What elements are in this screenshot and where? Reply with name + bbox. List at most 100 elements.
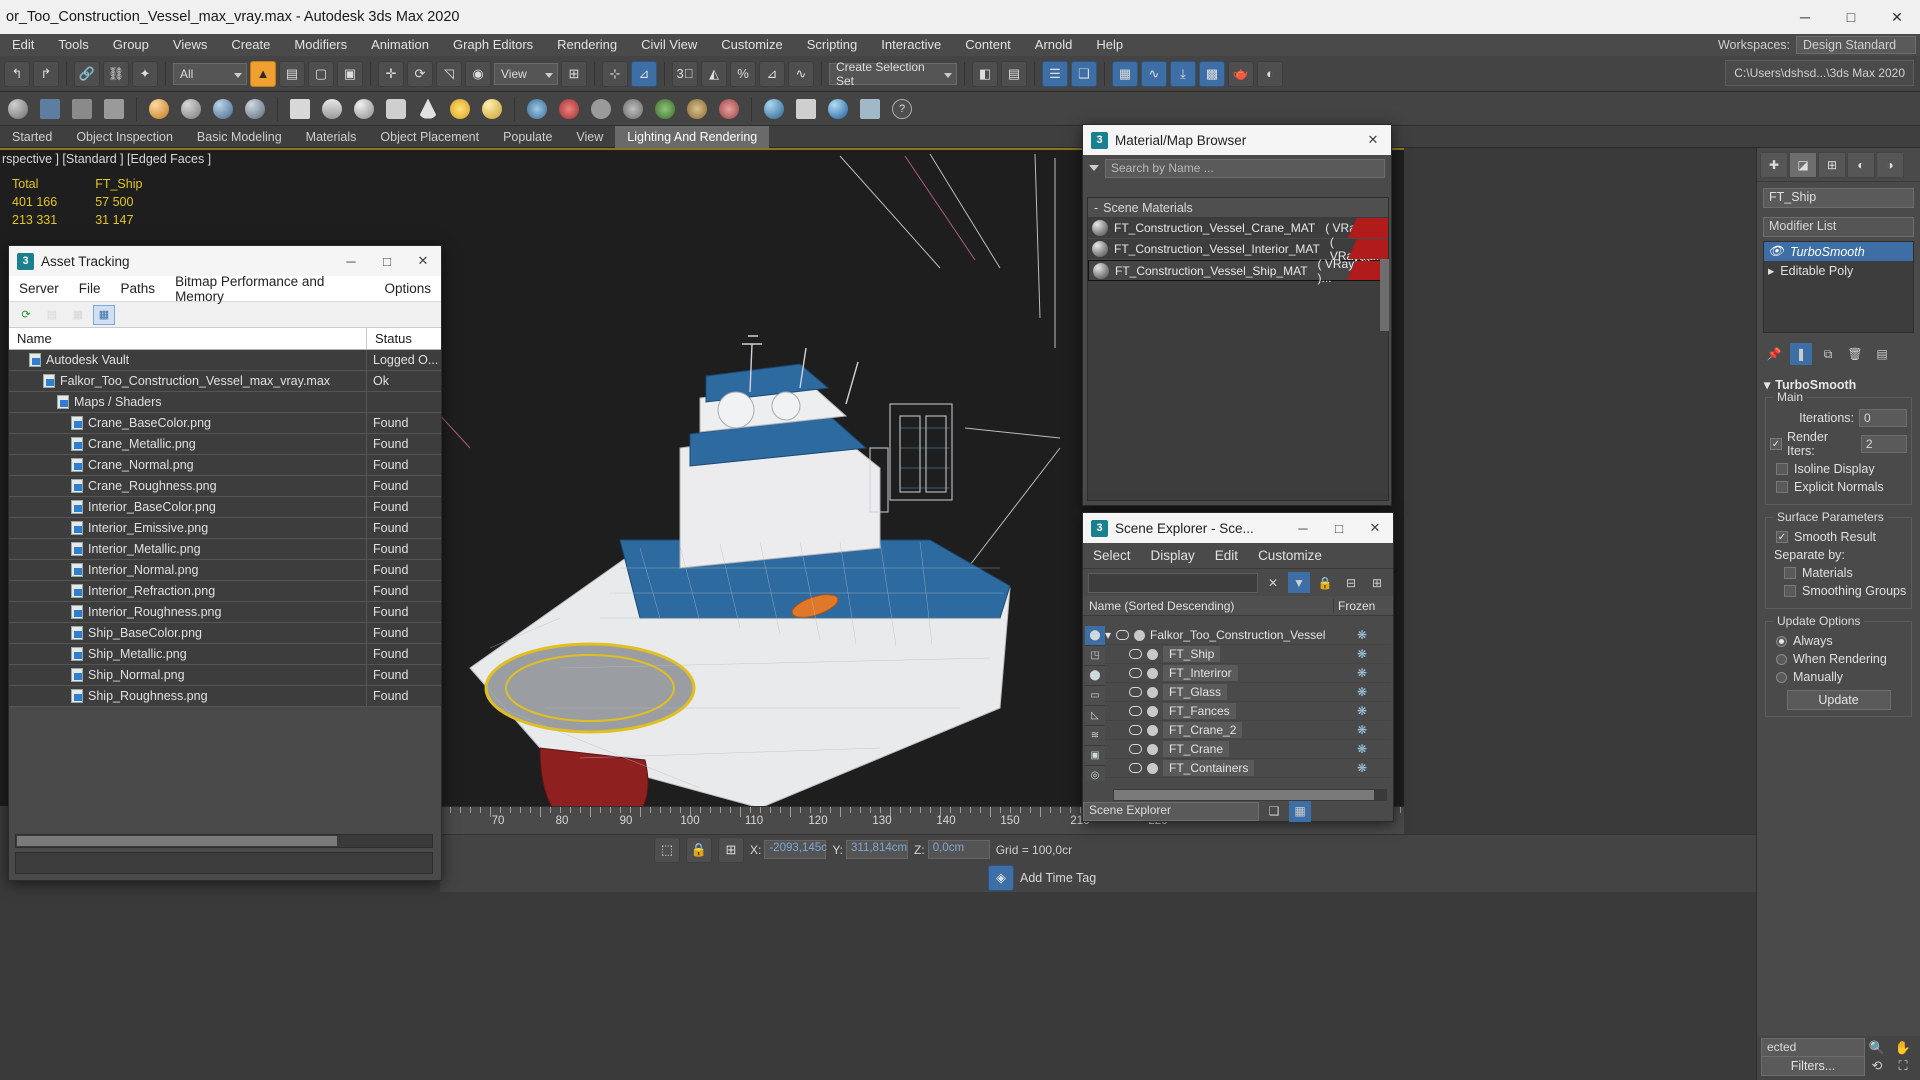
pan-hand-icon[interactable]: ✋ <box>1892 1038 1914 1058</box>
object-color-swatch[interactable] <box>1147 724 1158 736</box>
expand-arrow-icon[interactable]: ▸ <box>1768 263 1774 278</box>
object-color-swatch[interactable] <box>1147 743 1158 755</box>
asset-row[interactable]: Interior_Normal.png Found <box>9 560 441 581</box>
tab-modify[interactable]: ◪ <box>1789 151 1817 178</box>
ribbon-tab-populate[interactable]: Populate <box>491 126 564 148</box>
scene-materials-section[interactable]: - Scene Materials <box>1088 198 1388 218</box>
object-color-swatch[interactable] <box>1147 762 1158 774</box>
minimize-button[interactable]: ─ <box>1782 0 1828 34</box>
render-shortcuts-icon[interactable]: ▩ <box>1199 60 1225 87</box>
scene-explorer-icon[interactable]: ☰ <box>1042 60 1068 87</box>
material-browser-body[interactable]: - Scene Materials FT_Construction_Vessel… <box>1087 197 1389 501</box>
select-object-status-icon[interactable]: ⬚ <box>654 836 680 863</box>
named-selection-icon[interactable]: 3⃣ <box>672 60 698 87</box>
sidebar-cameras-icon[interactable]: ▭ <box>1085 686 1105 706</box>
close-button[interactable]: ✕ <box>1874 0 1920 34</box>
frozen-icon[interactable]: ❋ <box>1333 666 1391 680</box>
tab-create[interactable]: ✚ <box>1760 151 1788 178</box>
sphere-blue2-icon[interactable] <box>824 96 852 122</box>
scene-explorer-maximize[interactable]: □ <box>1321 513 1357 543</box>
explicit-normals-checkbox[interactable] <box>1776 481 1788 493</box>
sphere-white-icon[interactable] <box>350 96 378 122</box>
material-map-browser-window[interactable]: 3 Material/Map Browser ✕ Search by Name … <box>1082 124 1392 506</box>
filters-button[interactable]: Filters... <box>1761 1056 1865 1076</box>
absolute-mode-icon[interactable]: ⊞ <box>718 836 744 863</box>
frozen-icon[interactable]: ❋ <box>1333 628 1391 642</box>
tab-display[interactable]: ◑ <box>1876 151 1904 178</box>
asset-row[interactable]: Ship_Roughness.png Found <box>9 686 441 707</box>
render-frame-icon[interactable]: ∿ <box>1141 60 1167 87</box>
select-scale-icon[interactable]: ◹ <box>436 60 462 87</box>
material-browser-close[interactable]: ✕ <box>1355 125 1391 155</box>
workspace-select[interactable]: Design Standard <box>1796 36 1916 54</box>
asset-row[interactable]: Crane_Metallic.png Found <box>9 434 441 455</box>
teapot-render-icon[interactable]: 🫖 <box>1228 60 1254 87</box>
maximize-button[interactable]: □ <box>1828 0 1874 34</box>
pin-stack-icon[interactable]: 📌 <box>1763 343 1785 365</box>
filter-icon[interactable]: ▼ <box>1288 572 1310 593</box>
detail-view-icon[interactable]: ▦ <box>67 305 89 325</box>
sidebar-geometry-icon[interactable]: ◳ <box>1085 646 1105 666</box>
box-icon[interactable] <box>36 96 64 122</box>
select-rotate-icon[interactable]: ⟳ <box>407 60 433 87</box>
cherry-icon[interactable] <box>555 96 583 122</box>
asset-row[interactable]: Ship_Metallic.png Found <box>9 644 441 665</box>
z-field[interactable]: 0,0cm <box>927 840 990 859</box>
asset-menu-server[interactable]: Server <box>9 281 69 296</box>
ribbon-tab-basic-modeling[interactable]: Basic Modeling <box>185 126 294 148</box>
curve-editor-icon[interactable]: ∿ <box>788 60 814 87</box>
scene-object-row[interactable]: FT_Ship ❋ <box>1105 645 1391 664</box>
page-icon[interactable] <box>792 96 820 122</box>
asset-row[interactable]: Interior_BaseColor.png Found <box>9 497 441 518</box>
show-end-result-icon[interactable]: ❚ <box>1790 343 1812 365</box>
update-when-rendering-row[interactable]: When Rendering <box>1776 652 1907 666</box>
lock-icon[interactable]: 🔒 <box>1314 572 1336 593</box>
sidebar-lights-icon[interactable]: ⬤ <box>1085 666 1105 686</box>
sidebar-groups-icon[interactable]: ▣ <box>1085 746 1105 766</box>
sphere-gray-icon[interactable] <box>4 96 32 122</box>
modifier-list-dropdown[interactable]: Modifier List <box>1763 217 1914 237</box>
eye-visibility-icon[interactable] <box>1129 744 1142 754</box>
ribbon-tab-lighting-and-rendering[interactable]: Lighting And Rendering <box>615 125 770 148</box>
ribbon-tab-materials[interactable]: Materials <box>294 126 369 148</box>
manually-radio[interactable] <box>1776 671 1787 683</box>
scene-object-row[interactable]: FT_Crane_2 ❋ <box>1105 721 1391 740</box>
menu-item-create[interactable]: Create <box>219 34 282 56</box>
render-iterative-icon[interactable]: ◐ <box>1257 60 1283 87</box>
scene-explorer-close[interactable]: ✕ <box>1357 513 1393 543</box>
y-coordinate[interactable]: Y: 311,814cm <box>832 840 909 859</box>
x-coordinate[interactable]: X: -2093,145c <box>750 840 827 859</box>
clear-search-icon[interactable]: ✕ <box>1262 572 1284 593</box>
frozen-icon[interactable]: ❋ <box>1333 723 1391 737</box>
update-button[interactable]: Update <box>1786 690 1891 710</box>
snap-toggle-icon[interactable]: ⊹ <box>602 60 628 87</box>
layer-manager-icon[interactable]: ❑ <box>1071 60 1097 87</box>
menu-item-customize[interactable]: Customize <box>709 34 794 56</box>
explicit-normals-row[interactable]: Explicit Normals <box>1776 480 1907 494</box>
asset-row[interactable]: Interior_Refraction.png Found <box>9 581 441 602</box>
plane-white-icon[interactable] <box>286 96 314 122</box>
material-blue-icon[interactable] <box>209 96 237 122</box>
window-crossing-icon[interactable]: ▣ <box>337 60 363 87</box>
render-setup-icon[interactable]: ▦ <box>1112 60 1138 87</box>
create-selection-set-combo[interactable]: Create Selection Set <box>829 60 957 88</box>
earth-icon[interactable] <box>760 96 788 122</box>
menu-item-arnold[interactable]: Arnold <box>1023 34 1085 56</box>
add-time-tag-label[interactable]: Add Time Tag <box>1020 871 1096 885</box>
selection-filter-combo[interactable]: All <box>173 62 247 85</box>
menu-item-tools[interactable]: Tools <box>46 34 100 56</box>
zoom-icon[interactable]: 🔍 <box>1866 1038 1888 1058</box>
smooth-result-checkbox[interactable]: ✓ <box>1776 531 1788 543</box>
expand-all-icon[interactable]: ⊞ <box>1366 572 1388 593</box>
grid-view-icon[interactable]: ▦ <box>93 304 115 325</box>
scene-object-row[interactable]: FT_Containers ❋ <box>1105 759 1391 778</box>
y-field[interactable]: 311,814cm <box>846 840 909 859</box>
material-search-input[interactable]: Search by Name ... <box>1105 158 1385 178</box>
scene-explorer-window[interactable]: 3 Scene Explorer - Sce... ─ □ ✕ Select Di… <box>1082 512 1394 822</box>
menu-item-civil-view[interactable]: Civil View <box>629 34 709 56</box>
ribbon-tab-view[interactable]: View <box>564 126 615 148</box>
expand-arrow-icon[interactable]: ▾ <box>1105 628 1111 642</box>
frozen-icon[interactable]: ❋ <box>1333 704 1391 718</box>
eye-visibility-icon[interactable] <box>1129 687 1142 697</box>
particles-icon[interactable] <box>523 96 551 122</box>
